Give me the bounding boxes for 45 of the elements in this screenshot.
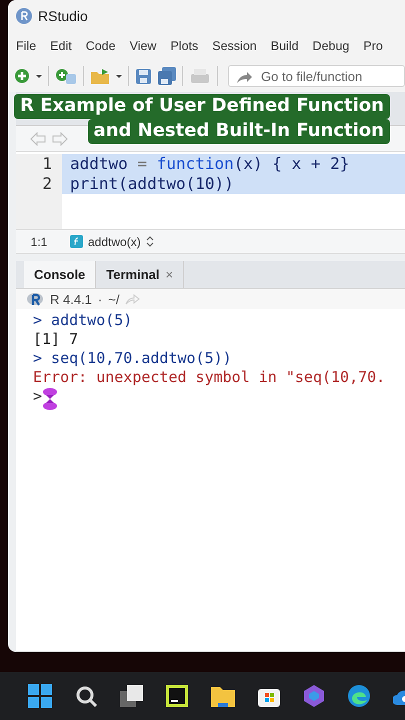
r-version: R 4.4.1 bbox=[50, 292, 92, 306]
search-icon[interactable] bbox=[75, 685, 97, 707]
folder-icon[interactable] bbox=[211, 685, 235, 707]
open-folder-icon[interactable] bbox=[90, 67, 110, 85]
menu-item[interactable]: Edit bbox=[50, 39, 72, 53]
menu-item[interactable]: Debug bbox=[312, 39, 350, 53]
copilot-icon[interactable] bbox=[303, 685, 325, 707]
line-number: 2 bbox=[16, 174, 62, 194]
busy-cursor-icon bbox=[42, 387, 58, 411]
line-number: 1 bbox=[16, 154, 62, 174]
console-tab[interactable]: Console bbox=[24, 261, 96, 288]
arrow-icon bbox=[236, 70, 253, 85]
cursor-position: 1:1 bbox=[30, 234, 48, 248]
browser-icon[interactable] bbox=[348, 685, 370, 707]
function-icon bbox=[70, 235, 83, 248]
menu-item[interactable]: Session bbox=[212, 39, 257, 53]
console-command: > seq(10,70.addtwo(5)) bbox=[33, 349, 232, 367]
error-message: Error: unexpected symbol in "seq(10,70. bbox=[33, 368, 386, 386]
caret-icon[interactable] bbox=[36, 74, 42, 78]
task-view-icon[interactable] bbox=[120, 685, 143, 707]
menu-item[interactable]: Build bbox=[270, 39, 299, 53]
updown-icon[interactable] bbox=[146, 236, 154, 247]
caret-icon[interactable] bbox=[116, 74, 122, 78]
console-command: > addtwo(5) bbox=[33, 311, 132, 329]
save-icon[interactable] bbox=[135, 68, 152, 84]
menu-item[interactable]: File bbox=[16, 39, 36, 53]
menu-item[interactable]: View bbox=[130, 39, 156, 53]
ide-app-icon[interactable] bbox=[166, 685, 188, 707]
console-prompt: > bbox=[33, 387, 42, 405]
save-all-icon[interactable] bbox=[158, 67, 176, 85]
separator-dot: · bbox=[98, 292, 102, 306]
menu-item[interactable]: Plots bbox=[170, 39, 198, 53]
menu-item[interactable]: Code bbox=[86, 39, 116, 53]
start-icon[interactable] bbox=[28, 684, 52, 708]
menu-item[interactable]: Pro bbox=[363, 39, 383, 53]
console-output: [1] 7 bbox=[33, 330, 78, 348]
window-title: RStudio bbox=[38, 8, 88, 24]
close-icon[interactable]: × bbox=[166, 267, 174, 282]
app-logo-icon bbox=[16, 8, 32, 24]
r-logo-icon bbox=[26, 292, 44, 306]
new-file-icon[interactable] bbox=[14, 68, 30, 84]
goto-field[interactable]: Go to file/function bbox=[228, 65, 405, 87]
working-directory: ~/ bbox=[108, 292, 120, 306]
scope-selector[interactable]: addtwo(x) bbox=[70, 234, 154, 248]
new-project-icon[interactable] bbox=[55, 67, 77, 85]
